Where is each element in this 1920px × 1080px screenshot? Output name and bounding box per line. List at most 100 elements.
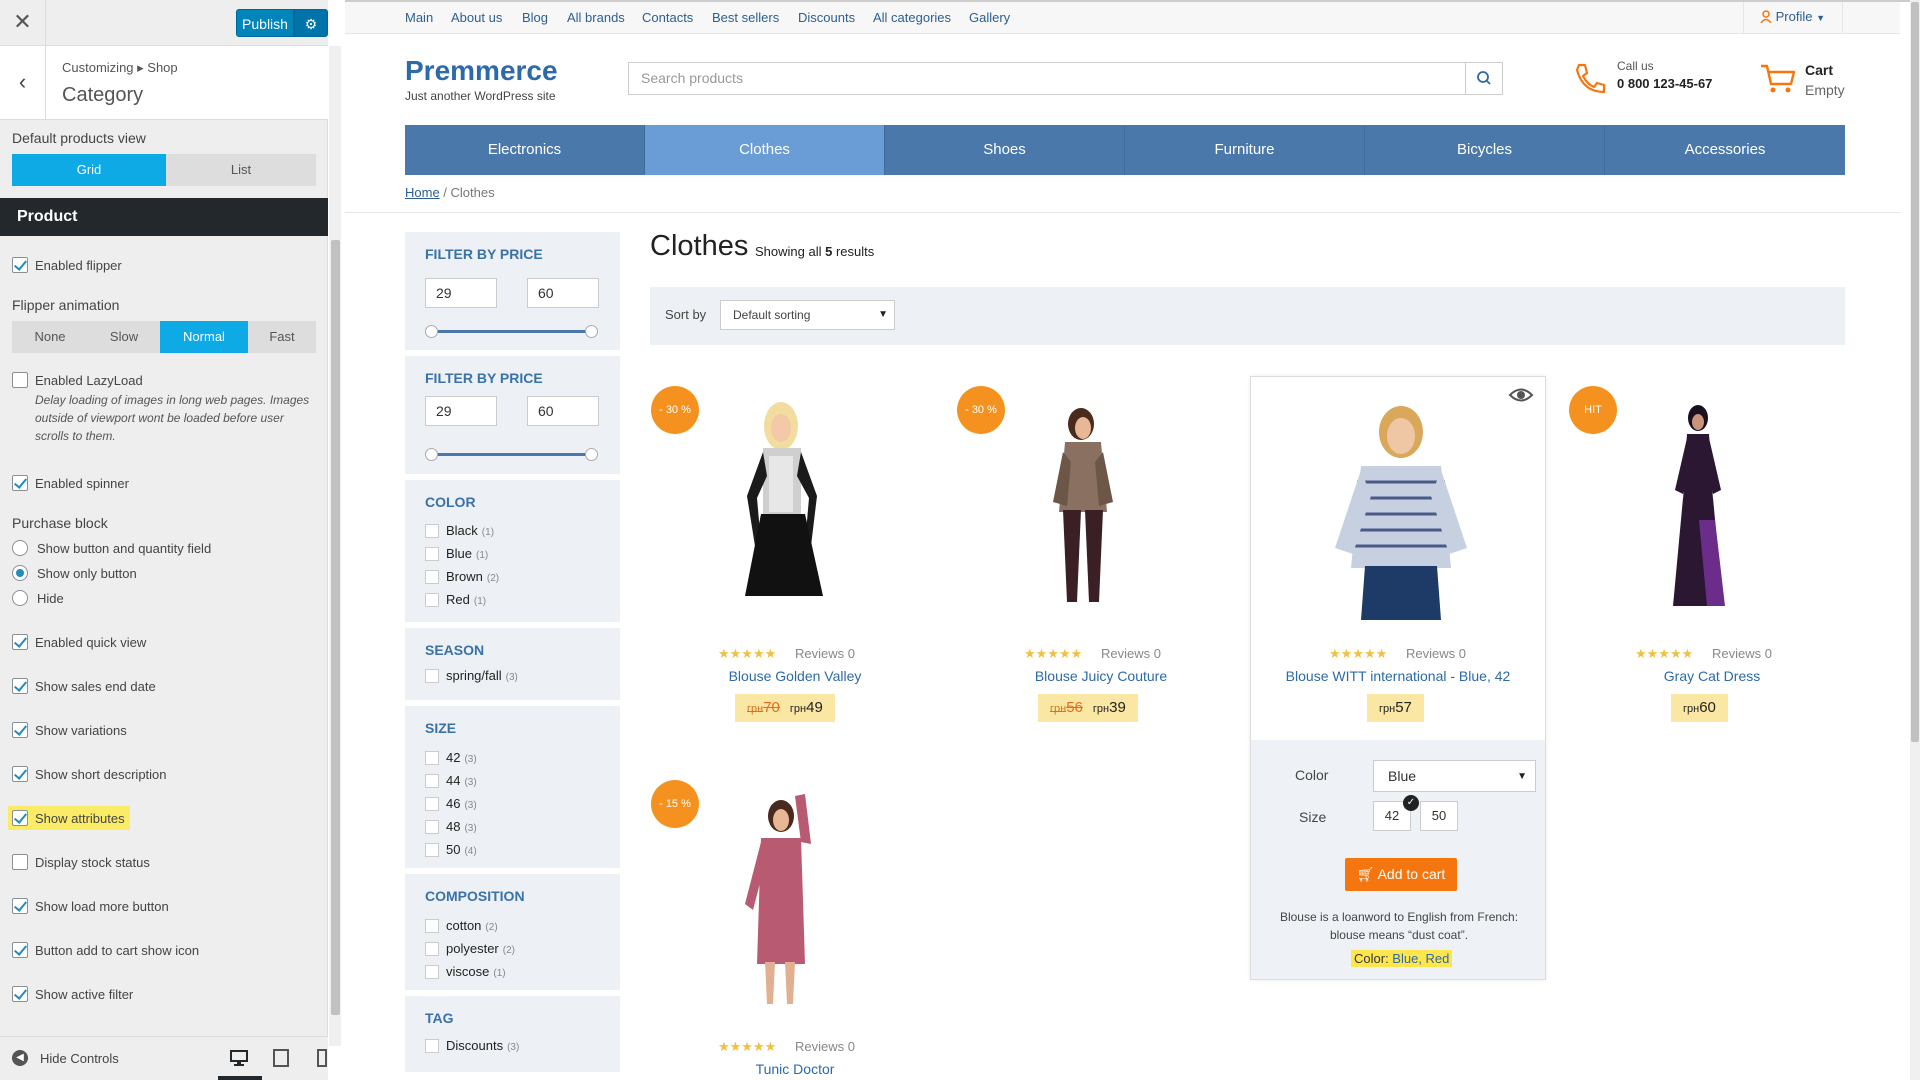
quick-view-checkbox[interactable] xyxy=(12,634,28,650)
product-title[interactable]: Blouse Golden Valley xyxy=(665,668,925,684)
product-image[interactable] xyxy=(1321,398,1481,620)
purchase-option-hide[interactable] xyxy=(12,590,28,606)
price-min-input[interactable]: 29 xyxy=(425,396,497,426)
price-slider-max-handle[interactable] xyxy=(585,448,598,461)
product-title[interactable]: Blouse Juicy Couture xyxy=(971,668,1231,684)
tablet-preview-icon[interactable] xyxy=(273,1049,289,1067)
hide-controls-button[interactable]: Hide Controls xyxy=(40,1051,119,1066)
price-min-input[interactable]: 29 xyxy=(425,278,497,308)
price-slider-max-handle[interactable] xyxy=(585,325,598,338)
filter-checkbox[interactable] xyxy=(425,965,439,979)
view-grid-button[interactable]: Grid xyxy=(12,154,166,186)
product-image[interactable] xyxy=(1663,400,1733,614)
close-icon[interactable]: ✕ xyxy=(0,0,46,46)
attributes-checkbox[interactable] xyxy=(12,810,28,826)
category-shoes[interactable]: Shoes xyxy=(885,125,1125,175)
filter-checkbox[interactable] xyxy=(425,1039,439,1053)
panel-scroll-thumb[interactable] xyxy=(331,240,340,1015)
color-select[interactable]: Blue ▼ xyxy=(1373,760,1536,792)
size-option-50[interactable]: 50 xyxy=(1420,801,1458,831)
reviews-count[interactable]: Reviews 0 xyxy=(795,1039,855,1054)
flipper-fast-button[interactable]: Fast xyxy=(248,321,316,353)
back-arrow-icon[interactable]: ‹ xyxy=(0,46,46,120)
eye-icon[interactable] xyxy=(1508,386,1534,404)
sort-select[interactable]: Default sorting ▼ xyxy=(720,300,895,330)
reviews-count[interactable]: Reviews 0 xyxy=(1406,646,1466,661)
category-furniture[interactable]: Furniture xyxy=(1125,125,1365,175)
filter-checkbox[interactable] xyxy=(425,797,439,811)
topnav-blog[interactable]: Blog xyxy=(522,10,548,25)
filter-checkbox[interactable] xyxy=(425,524,439,538)
stock-status-checkbox[interactable] xyxy=(12,854,28,870)
reviews-count[interactable]: Reviews 0 xyxy=(1712,646,1772,661)
desktop-preview-icon[interactable] xyxy=(230,1050,248,1066)
add-to-cart-button[interactable]: 🛒︎ Add to cart xyxy=(1345,858,1457,891)
lazyload-checkbox[interactable] xyxy=(12,372,28,388)
cart-icon-checkbox[interactable] xyxy=(12,942,28,958)
load-more-checkbox[interactable] xyxy=(12,898,28,914)
variations-checkbox[interactable] xyxy=(12,722,28,738)
category-electronics[interactable]: Electronics xyxy=(405,125,645,175)
reviews-count[interactable]: Reviews 0 xyxy=(795,646,855,661)
mobile-preview-icon[interactable] xyxy=(317,1049,327,1067)
cart-icon[interactable] xyxy=(1759,62,1797,96)
topnav-gallery[interactable]: Gallery xyxy=(969,10,1010,25)
enabled-flipper-checkbox[interactable] xyxy=(12,257,28,273)
price-slider-min-handle[interactable] xyxy=(425,448,438,461)
topnav-discounts[interactable]: Discounts xyxy=(798,10,855,25)
topnav-categories[interactable]: All categories xyxy=(873,10,951,25)
gear-icon[interactable]: ⚙ xyxy=(294,9,328,37)
sales-end-checkbox[interactable] xyxy=(12,678,28,694)
phone-number[interactable]: 0 800 123-45-67 xyxy=(1617,76,1712,91)
category-clothes[interactable]: Clothes xyxy=(645,125,885,175)
topnav-best-sellers[interactable]: Best sellers xyxy=(712,10,779,25)
product-title[interactable]: Gray Cat Dress xyxy=(1582,668,1842,684)
flipper-normal-button[interactable]: Normal xyxy=(160,321,248,353)
product-image[interactable] xyxy=(1033,402,1133,614)
enabled-spinner-checkbox[interactable] xyxy=(12,475,28,491)
filter-checkbox[interactable] xyxy=(425,751,439,765)
filter-checkbox[interactable] xyxy=(425,820,439,834)
flipper-none-button[interactable]: None xyxy=(12,321,88,353)
collapse-icon[interactable]: ◀ xyxy=(12,1050,28,1066)
purchase-option-button-qty[interactable] xyxy=(12,540,28,556)
filter-checkbox[interactable] xyxy=(425,593,439,607)
filter-checkbox[interactable] xyxy=(425,669,439,683)
purchase-option-only-button[interactable] xyxy=(12,565,28,581)
flipper-slow-button[interactable]: Slow xyxy=(88,321,160,353)
price-max-input[interactable]: 60 xyxy=(527,278,599,308)
price-slider-min-handle[interactable] xyxy=(425,325,438,338)
filter-checkbox[interactable] xyxy=(425,570,439,584)
product-image[interactable] xyxy=(725,396,835,614)
filter-checkbox[interactable] xyxy=(425,774,439,788)
breadcrumb-home[interactable]: Home xyxy=(405,185,440,200)
page-scroll-thumb[interactable] xyxy=(1911,2,1919,742)
topnav-about[interactable]: About us xyxy=(451,10,502,25)
cart-label[interactable]: Cart xyxy=(1805,62,1833,78)
filter-checkbox[interactable] xyxy=(425,547,439,561)
view-list-button[interactable]: List xyxy=(166,154,316,186)
section-header: ‹ Customizing ▸ Shop Category xyxy=(0,46,328,120)
price-max-input[interactable]: 60 xyxy=(527,396,599,426)
category-bicycles[interactable]: Bicycles xyxy=(1365,125,1605,175)
search-button[interactable] xyxy=(1465,62,1503,95)
product-price: грн60 xyxy=(1671,694,1728,722)
category-accessories[interactable]: Accessories xyxy=(1605,125,1845,175)
topnav-brands[interactable]: All brands xyxy=(567,10,625,25)
topnav-contacts[interactable]: Contacts xyxy=(642,10,693,25)
rating-stars: ★★★★★ xyxy=(718,646,777,661)
product-image[interactable] xyxy=(735,794,825,1008)
topnav-main[interactable]: Main xyxy=(405,10,433,25)
filter-checkbox[interactable] xyxy=(425,942,439,956)
search-input[interactable]: Search products xyxy=(628,62,1468,95)
publish-button[interactable]: Publish xyxy=(236,9,294,37)
filter-checkbox[interactable] xyxy=(425,843,439,857)
site-logo[interactable]: Premmerce xyxy=(405,55,558,87)
short-description-checkbox[interactable] xyxy=(12,766,28,782)
filter-checkbox[interactable] xyxy=(425,919,439,933)
profile-menu[interactable]: Profile ▼ xyxy=(1743,2,1843,34)
reviews-count[interactable]: Reviews 0 xyxy=(1101,646,1161,661)
product-title[interactable]: Blouse WITT international - Blue, 42 xyxy=(1250,668,1546,684)
active-filter-checkbox[interactable] xyxy=(12,986,28,1002)
product-title[interactable]: Tunic Doctor xyxy=(665,1061,925,1077)
